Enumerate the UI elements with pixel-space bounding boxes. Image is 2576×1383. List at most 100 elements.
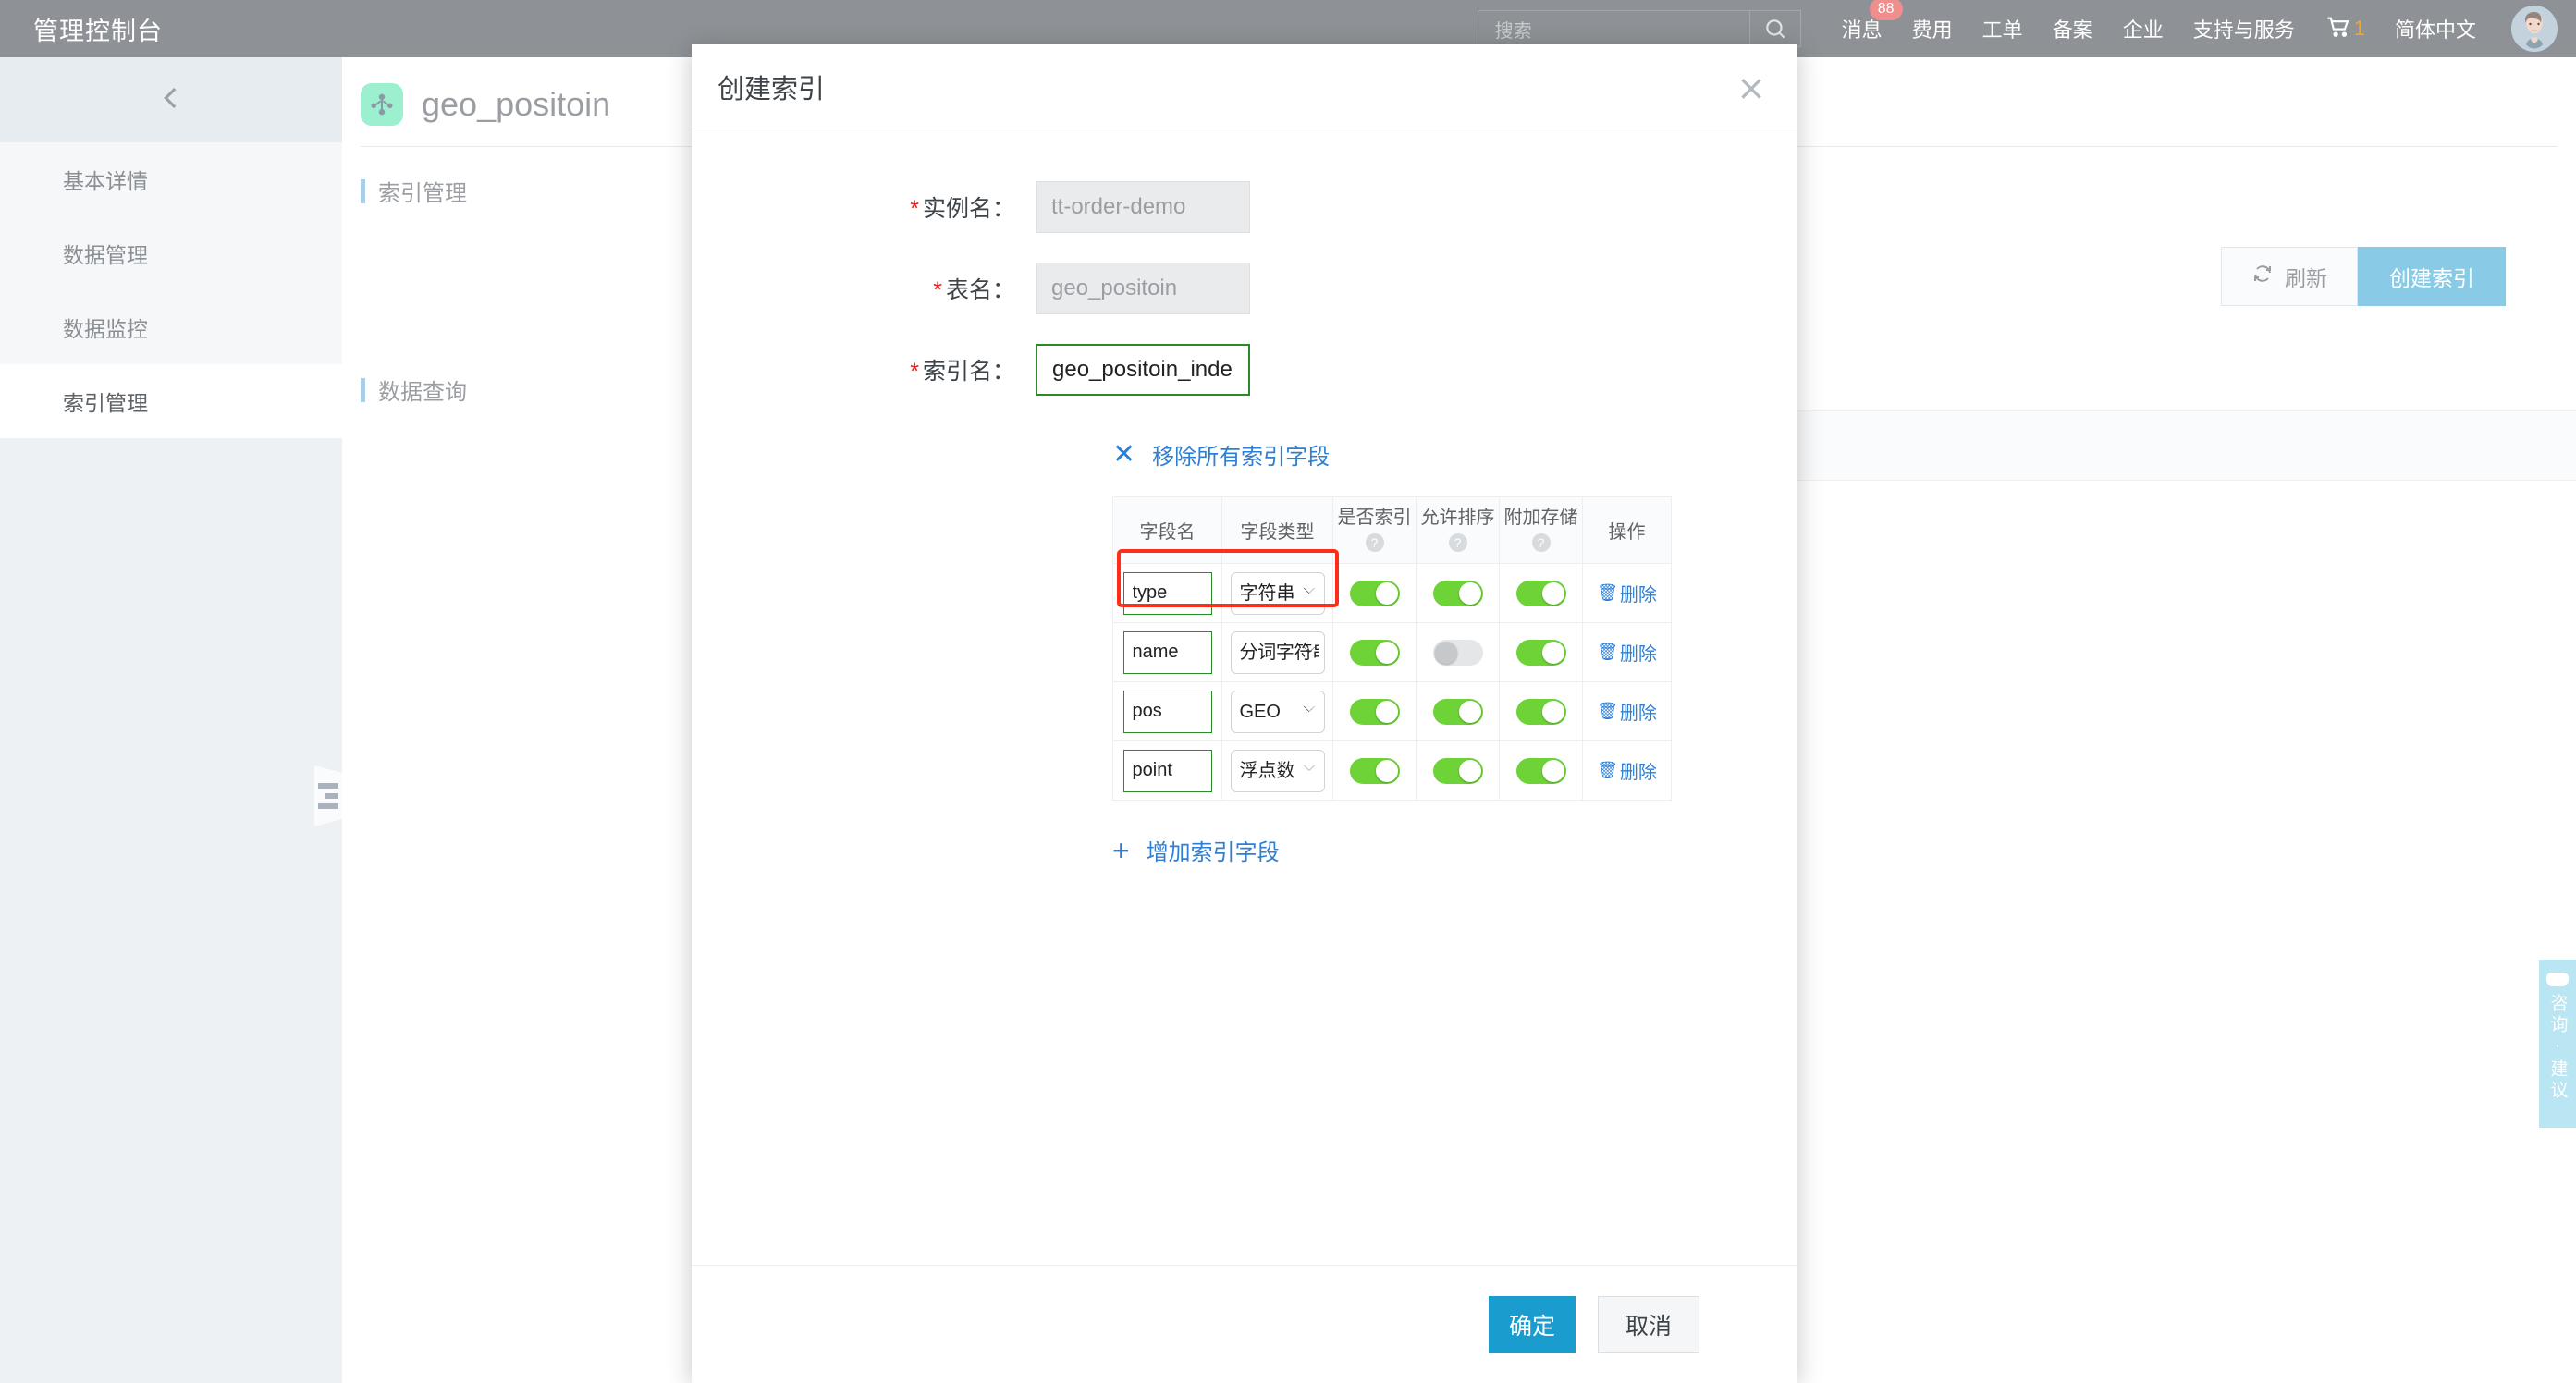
field-type-select[interactable]: GEO bbox=[1231, 691, 1325, 733]
field-name-input[interactable] bbox=[1123, 631, 1212, 674]
cancel-button[interactable]: 取消 bbox=[1598, 1296, 1699, 1353]
field-name-input[interactable] bbox=[1123, 691, 1212, 733]
th-indexed-label: 是否索引 bbox=[1338, 508, 1412, 528]
indexed-toggle[interactable] bbox=[1350, 581, 1400, 606]
sidebar-item-label: 基本详情 bbox=[63, 164, 148, 195]
delete-label: 删除 bbox=[1620, 639, 1657, 666]
cell-sortable bbox=[1417, 741, 1500, 801]
field-type-select[interactable]: 分词字符串 bbox=[1231, 631, 1325, 674]
section-query-label: 数据查询 bbox=[378, 373, 467, 406]
sortable-toggle[interactable] bbox=[1433, 581, 1483, 606]
instance-name-field[interactable] bbox=[1036, 181, 1250, 233]
create-index-modal: 创建索引 × *实例名： *表名： *索引名： bbox=[692, 44, 1797, 1383]
sidebar-drag-handle[interactable] bbox=[314, 765, 342, 826]
nav-support[interactable]: 支持与服务 bbox=[2193, 14, 2295, 43]
sidebar-item-data-monitoring[interactable]: 数据监控 bbox=[0, 290, 342, 364]
th-stored: 附加存储 ? bbox=[1500, 497, 1583, 564]
sortable-toggle[interactable] bbox=[1433, 640, 1483, 666]
add-field-label: 增加索引字段 bbox=[1147, 834, 1280, 866]
global-search[interactable]: 搜索 bbox=[1478, 10, 1801, 47]
indexed-toggle[interactable] bbox=[1350, 699, 1400, 725]
sidebar-item-index-management[interactable]: 索引管理 bbox=[0, 364, 342, 438]
sortable-toggle[interactable] bbox=[1433, 758, 1483, 784]
consult-suggestion-widget[interactable]: 咨询·建议 bbox=[2539, 960, 2576, 1128]
nav-cart[interactable]: 1 bbox=[2325, 14, 2365, 44]
nav-icp-filing[interactable]: 备案 bbox=[2053, 14, 2093, 43]
fields-table-header-row: 字段名 字段类型 是否索引 ? 允许排序 ? bbox=[1113, 497, 1672, 564]
delete-label: 删除 bbox=[1620, 698, 1657, 725]
remove-all-index-fields-link[interactable]: ✕ 移除所有索引字段 bbox=[1112, 438, 1797, 471]
delete-row-button[interactable]: 🗑 删除 bbox=[1597, 757, 1657, 784]
share-nodes-icon bbox=[361, 83, 403, 126]
question-mark-icon[interactable]: ? bbox=[1532, 533, 1551, 552]
cell-field-type: 浮点数 bbox=[1222, 741, 1333, 801]
th-field-name: 字段名 bbox=[1113, 497, 1222, 564]
required-marker: * bbox=[933, 277, 942, 303]
trash-icon: 🗑 bbox=[1597, 583, 1618, 603]
field-name-input[interactable] bbox=[1123, 750, 1212, 792]
nav-tickets[interactable]: 工单 bbox=[1982, 14, 2023, 43]
plus-icon: + bbox=[1112, 836, 1130, 865]
nav-enterprise[interactable]: 企业 bbox=[2123, 14, 2164, 43]
delete-row-button[interactable]: 🗑 删除 bbox=[1597, 580, 1657, 606]
chat-bubble-icon bbox=[2546, 973, 2569, 986]
refresh-button[interactable]: 刷新 bbox=[2221, 247, 2358, 306]
stored-toggle[interactable] bbox=[1516, 758, 1566, 784]
nav-messages[interactable]: 消息 88 bbox=[1842, 14, 1883, 43]
form-row-instance-name: *实例名： bbox=[692, 181, 1797, 233]
table-name-field[interactable] bbox=[1036, 263, 1250, 314]
avatar[interactable] bbox=[2511, 6, 2558, 52]
field-type-select[interactable]: 字符串 bbox=[1231, 572, 1325, 615]
nav-billing[interactable]: 费用 bbox=[1912, 14, 1953, 43]
sidebar-collapse-button[interactable] bbox=[0, 57, 342, 142]
th-stored-label: 附加存储 bbox=[1504, 508, 1578, 528]
question-mark-icon[interactable]: ? bbox=[1449, 533, 1467, 552]
cell-indexed bbox=[1333, 682, 1417, 741]
search-icon[interactable] bbox=[1750, 17, 1800, 41]
section-accent-bar bbox=[361, 179, 365, 203]
confirm-button[interactable]: 确定 bbox=[1489, 1296, 1576, 1353]
close-x-icon: ✕ bbox=[1112, 441, 1135, 469]
stored-toggle[interactable] bbox=[1516, 699, 1566, 725]
cell-field-type: 分词字符串 bbox=[1222, 623, 1333, 682]
delete-row-button[interactable]: 🗑 删除 bbox=[1597, 698, 1657, 725]
modal-footer: 确定 取消 bbox=[692, 1265, 1797, 1383]
sidebar-item-data-management[interactable]: 数据管理 bbox=[0, 216, 342, 290]
trash-icon: 🗑 bbox=[1597, 761, 1618, 780]
sortable-toggle[interactable] bbox=[1433, 699, 1483, 725]
table-name-label-text: 表名： bbox=[946, 277, 1015, 303]
delete-label: 删除 bbox=[1620, 580, 1657, 606]
indexed-toggle[interactable] bbox=[1350, 758, 1400, 784]
create-index-button[interactable]: 创建索引 bbox=[2358, 247, 2506, 306]
close-icon[interactable]: × bbox=[1736, 70, 1766, 105]
stored-toggle[interactable] bbox=[1516, 581, 1566, 606]
nav-language[interactable]: 简体中文 bbox=[2395, 14, 2476, 43]
cart-count: 1 bbox=[2354, 17, 2365, 41]
cell-sortable bbox=[1417, 564, 1500, 623]
delete-row-button[interactable]: 🗑 删除 bbox=[1597, 639, 1657, 666]
page-toolbar: 刷新 创建索引 bbox=[2221, 247, 2506, 306]
consult-label: 咨询·建议 bbox=[2545, 994, 2570, 1102]
question-mark-icon[interactable]: ? bbox=[1366, 533, 1384, 552]
field-name-input[interactable] bbox=[1123, 572, 1212, 615]
cell-operation: 🗑 删除 bbox=[1583, 623, 1672, 682]
instance-name-label-text: 实例名： bbox=[923, 196, 1015, 222]
th-operation: 操作 bbox=[1583, 497, 1672, 564]
cell-operation: 🗑 删除 bbox=[1583, 741, 1672, 801]
field-type-select[interactable]: 浮点数 bbox=[1231, 750, 1325, 792]
search-input[interactable]: 搜索 bbox=[1495, 16, 1749, 43]
index-name-field[interactable] bbox=[1036, 344, 1250, 396]
section-index-label: 索引管理 bbox=[378, 175, 467, 207]
page-title: geo_positoin bbox=[422, 85, 610, 124]
indexed-toggle[interactable] bbox=[1350, 640, 1400, 666]
table-row: 分词字符串 bbox=[1113, 623, 1672, 682]
stored-toggle[interactable] bbox=[1516, 640, 1566, 666]
add-index-field-link[interactable]: + 增加索引字段 bbox=[1112, 834, 1797, 866]
cell-field-name bbox=[1113, 741, 1222, 801]
chevron-left-icon bbox=[155, 82, 187, 118]
left-sidebar: 基本详情 数据管理 数据监控 索引管理 bbox=[0, 57, 342, 1383]
index-name-label: *索引名： bbox=[692, 353, 1036, 386]
remove-all-label: 移除所有索引字段 bbox=[1152, 438, 1330, 471]
sidebar-item-basic-detail[interactable]: 基本详情 bbox=[0, 142, 342, 216]
table-row: 字符串 � bbox=[1113, 564, 1672, 623]
